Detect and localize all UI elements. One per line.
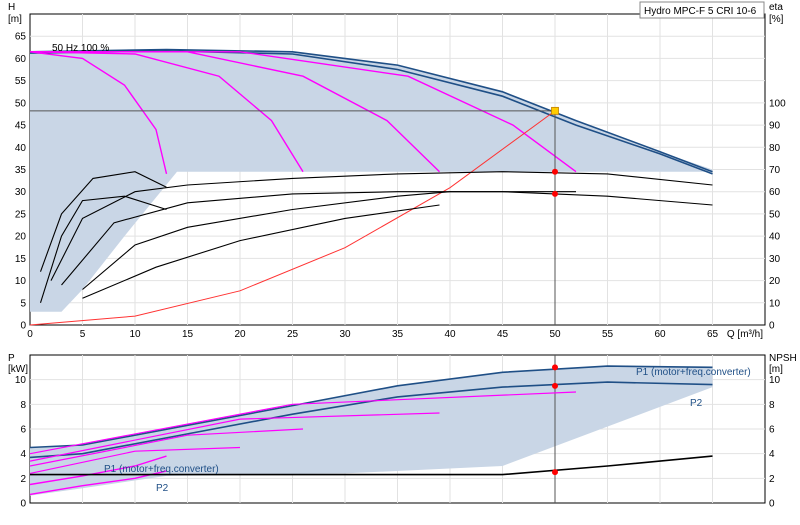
qh-eta-tick-label: 40 [769, 232, 781, 243]
qh-eta-tick-label: 10 [769, 298, 781, 309]
qh-x-axis-label: Q [m³/h] [727, 329, 763, 340]
power-p-tick-label: 2 [20, 474, 26, 485]
qh-h-tick-label: 65 [15, 32, 27, 43]
qh-h-tick-label: 5 [20, 298, 26, 309]
duty-point-marker [551, 106, 559, 115]
qh-eta-tick-label: 20 [769, 276, 781, 287]
qh-x-tick-label: 25 [287, 329, 299, 340]
qh-h-axis-label: H [8, 2, 15, 13]
qh-h-tick-label: 30 [15, 187, 27, 198]
qh-x-tick-label: 65 [707, 329, 719, 340]
qh-eta-tick-label: 0 [769, 321, 775, 332]
qh-x-tick-label: 5 [80, 329, 86, 340]
power-p-tick-label: 4 [20, 449, 26, 460]
qh-h-tick-label: 35 [15, 165, 27, 176]
speed-label: 50 Hz 100 % [52, 43, 109, 54]
qh-x-tick-label: 55 [602, 329, 614, 340]
power-npsh-axis-label: NPSH [769, 353, 797, 364]
qh-h-tick-label: 40 [15, 143, 27, 154]
qh-x-tick-label: 45 [497, 329, 509, 340]
power-npsh-tick-label: 0 [769, 499, 775, 510]
pump-performance-chart: 0 5 10 15 20 25 30 35 40 45 50 55 60 65 0 5 10 15 20 25 30 35… [0, 0, 800, 520]
qh-eta-axis-unit: [%] [769, 14, 784, 25]
qh-x-tick-label: 50 [549, 329, 561, 340]
qh-eta-tick-label: 60 [769, 187, 781, 198]
power-p-tick-label: 6 [20, 425, 26, 436]
qh-h-tick-label: 15 [15, 254, 27, 265]
qh-h-tick-label: 0 [20, 321, 26, 332]
qh-h-tick-label: 55 [15, 76, 27, 87]
power-duty-point [552, 469, 558, 476]
power-duty-point [552, 382, 558, 389]
qh-eta-tick-label: 30 [769, 254, 781, 265]
qh-h-tick-label: 60 [15, 54, 27, 65]
qh-h-tick-label: 10 [15, 276, 27, 287]
p1-low-series-label: P1 (motor+freq.converter) [104, 464, 219, 475]
qh-x-tick-label: 40 [444, 329, 456, 340]
qh-eta-axis-label: eta [769, 2, 783, 13]
power-p-tick-label: 8 [20, 400, 26, 411]
chart-svg: 0 5 10 15 20 25 30 35 40 45 50 55 60 6505101520253035… [8, 1, 797, 510]
power-p-tick-label: 10 [15, 375, 27, 386]
qh-x-tick-label: 10 [129, 329, 141, 340]
p2-low-series-label: P2 [156, 483, 169, 494]
qh-x-tick-label: 60 [654, 329, 666, 340]
power-npsh-tick-label: 10 [769, 375, 781, 386]
qh-x-tick-label: 35 [392, 329, 404, 340]
qh-h-tick-label: 50 [15, 98, 27, 109]
qh-h-tick-label: 20 [15, 232, 27, 243]
power-duty-point [552, 364, 558, 371]
product-label: Hydro MPC-F 5 CRI 10-6 [644, 6, 757, 17]
eta-duty-point [552, 190, 558, 197]
eta-duty-point [552, 168, 558, 175]
qh-x-tick-label: 30 [339, 329, 351, 340]
qh-h-axis-unit: [m] [8, 14, 22, 25]
qh-eta-tick-label: 80 [769, 143, 781, 154]
qh-x-tick-label: 0 [27, 329, 33, 340]
qh-eta-tick-label: 90 [769, 121, 781, 132]
qh-x-tick-label: 15 [182, 329, 194, 340]
power-npsh-tick-label: 4 [769, 449, 775, 460]
qh-eta-tick-label: 100 [769, 98, 786, 109]
power-npsh-axis-unit: [m] [769, 364, 783, 375]
power-npsh-tick-label: 6 [769, 425, 775, 436]
qh-x-tick-label: 20 [234, 329, 246, 340]
p1-series-label: P1 (motor+freq.converter) [636, 367, 751, 378]
power-npsh-tick-label: 8 [769, 400, 775, 411]
qh-h-tick-label: 25 [15, 209, 27, 220]
power-p-axis-label: P [8, 353, 15, 364]
p2-series-label: P2 [690, 398, 703, 409]
qh-eta-tick-label: 50 [769, 209, 781, 220]
qh-h-tick-label: 45 [15, 121, 27, 132]
qh-eta-tick-label: 70 [769, 165, 781, 176]
power-npsh-tick-label: 2 [769, 474, 775, 485]
power-p-tick-label: 0 [20, 499, 26, 510]
power-p-axis-unit: [kW] [8, 364, 28, 375]
